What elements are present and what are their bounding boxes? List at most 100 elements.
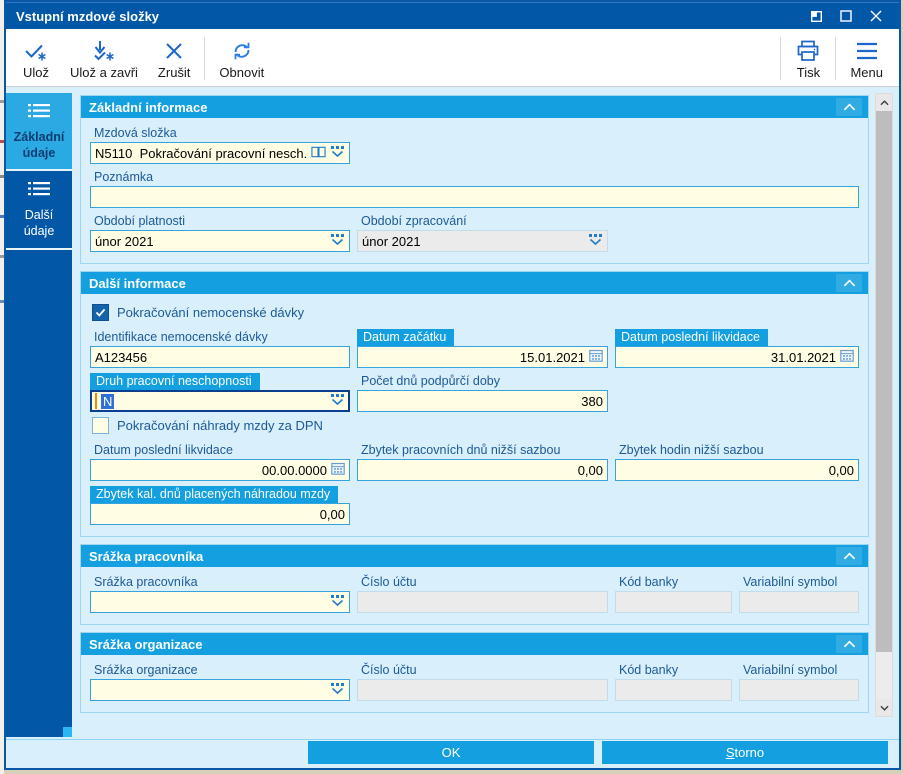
cancel-button-label: Zrušit xyxy=(157,65,191,80)
obdobi-platnosti-input[interactable]: únor 2021 xyxy=(90,230,350,252)
pocet-dnu-input[interactable]: 380 xyxy=(357,390,608,412)
section-zakladni-informace: Základní informace Mzdová složka N5110 P… xyxy=(80,95,869,264)
mzdova-slozka-input[interactable]: N5110 Pokračování pracovní nesch. xyxy=(90,142,350,164)
save-check-asterisk-icon xyxy=(22,39,50,63)
toolbar-separator xyxy=(204,37,206,80)
checkbox-label: Pokračování nemocenské dávky xyxy=(117,305,305,320)
section-header: Další informace xyxy=(81,272,868,294)
printer-icon xyxy=(795,39,821,63)
title-bar: Vstupní mzdové složky xyxy=(6,2,899,29)
text-cursor xyxy=(95,393,97,409)
field-label: Srážka organizace xyxy=(94,663,198,677)
section-srazka-organizace: Srážka organizace Srážka organizace Čísl… xyxy=(80,632,869,713)
variabilni-symbol-input xyxy=(739,679,859,701)
collapse-chevron-icon[interactable] xyxy=(836,98,862,116)
checkbox-label: Pokračování náhrady mzdy za DPN xyxy=(117,418,323,433)
dropdown-icon[interactable] xyxy=(330,594,345,610)
section-dalsi-informace: Další informace Pokračování nemocenské d… xyxy=(80,271,869,537)
field-label: Kód banky xyxy=(619,575,679,589)
calendar-icon[interactable] xyxy=(589,349,603,365)
field-label-highlighted: Datum začátku xyxy=(357,329,455,346)
zbytek-pracovnich-dnu-input[interactable]: 0,00 xyxy=(357,459,608,481)
scrollbar-track[interactable] xyxy=(876,111,892,699)
close-icon[interactable] xyxy=(861,5,891,27)
collapse-chevron-icon[interactable] xyxy=(836,274,862,292)
maximize-icon[interactable] xyxy=(831,5,861,27)
section-header: Srážka pracovníka xyxy=(81,545,868,567)
obdobi-zpracovani-input: únor 2021 xyxy=(357,230,608,252)
checkbox-pokracovani-nahrady-mzdy[interactable] xyxy=(92,417,109,434)
zbytek-hodin-input[interactable]: 0,00 xyxy=(615,459,859,481)
save-and-close-button[interactable]: Ulož a zavři xyxy=(60,33,148,84)
sidebar-tab-zakladni-udaje[interactable]: Základní údaje xyxy=(6,93,72,172)
field-label: Období platnosti xyxy=(94,214,186,228)
druh-pracovni-neschopnosti-input[interactable]: N xyxy=(90,390,350,412)
calendar-icon[interactable] xyxy=(840,349,854,365)
field-label-highlighted: Datum poslední likvidace xyxy=(615,329,768,346)
storno-button[interactable]: Storno xyxy=(602,740,888,764)
sidebar-tab-dalsi-udaje[interactable]: Další údaje xyxy=(6,171,72,250)
checkbox-pokracovani-nemocenske-davky[interactable] xyxy=(92,304,109,321)
vertical-scrollbar[interactable] xyxy=(875,93,893,717)
restore-window-icon[interactable] xyxy=(801,5,831,27)
section-header: Srážka organizace xyxy=(81,633,868,655)
calendar-icon[interactable] xyxy=(331,462,345,478)
toolbar-separator xyxy=(780,37,782,80)
save-button[interactable]: Ulož xyxy=(12,33,60,84)
field-label: Počet dnů podpůrčí doby xyxy=(361,374,500,388)
cancel-button[interactable]: Zrušit xyxy=(148,33,201,84)
form-content: Základní informace Mzdová složka N5110 P… xyxy=(72,93,873,739)
print-button[interactable]: Tisk xyxy=(785,33,831,84)
field-label: Identifikace nemocenské dávky xyxy=(94,330,268,344)
sidebar-accent-chip xyxy=(63,727,72,737)
scrollbar-thumb[interactable] xyxy=(876,111,892,652)
cancel-x-icon xyxy=(162,39,186,63)
section-title: Další informace xyxy=(89,275,186,291)
collapse-chevron-icon[interactable] xyxy=(836,635,862,653)
kod-banky-input xyxy=(615,591,732,613)
section-title: Základní informace xyxy=(89,99,208,115)
list-icon xyxy=(27,103,51,124)
save-and-close-button-label: Ulož a zavři xyxy=(70,65,138,80)
dropdown-icon xyxy=(588,233,603,249)
scroll-up-icon[interactable] xyxy=(876,94,892,111)
dropdown-icon[interactable] xyxy=(330,145,345,161)
field-label: Datum poslední likvidace xyxy=(94,443,233,457)
field-label: Srážka pracovníka xyxy=(94,575,198,589)
toolbar-separator xyxy=(835,37,837,80)
collapse-chevron-icon[interactable] xyxy=(836,547,862,565)
scroll-down-icon[interactable] xyxy=(876,699,892,716)
menu-button[interactable]: Menu xyxy=(840,33,893,84)
window-title: Vstupní mzdové složky xyxy=(16,8,160,24)
poznamka-input[interactable] xyxy=(90,186,859,208)
datum-zacatku-input[interactable]: 15.01.2021 xyxy=(357,346,608,368)
zbytek-kal-dnu-input[interactable]: 0,00 xyxy=(90,503,350,525)
dropdown-icon[interactable] xyxy=(330,682,345,698)
selected-text: N xyxy=(101,393,115,409)
refresh-button-label: Obnovit xyxy=(219,65,265,80)
field-label: Zbytek hodin nižší sazbou xyxy=(619,443,764,457)
srazka-organizace-input[interactable] xyxy=(90,679,350,701)
cislo-uctu-input xyxy=(357,591,608,613)
dropdown-icon[interactable] xyxy=(330,233,345,249)
identifikace-input[interactable]: A123456 xyxy=(90,346,350,368)
refresh-button[interactable]: Obnovit xyxy=(209,33,274,84)
datum-posledni-likvidace-2-input[interactable]: 00.00.0000 xyxy=(90,459,350,481)
book-lookup-icon[interactable] xyxy=(311,146,326,161)
dropdown-icon[interactable] xyxy=(330,393,345,409)
field-label: Variabilní symbol xyxy=(743,575,838,589)
field-label-highlighted: Zbytek kal. dnů placených náhradou mzdy xyxy=(90,486,339,503)
field-label: Číslo účtu xyxy=(361,575,417,589)
srazka-pracovnika-input[interactable] xyxy=(90,591,350,613)
section-title: Srážka organizace xyxy=(89,636,203,652)
datum-posledni-likvidace-input[interactable]: 31.01.2021 xyxy=(615,346,859,368)
field-label: Zbytek pracovních dnů nižší sazbou xyxy=(361,443,561,457)
cislo-uctu-input xyxy=(357,679,608,701)
refresh-arrows-icon xyxy=(230,39,254,63)
field-label: Číslo účtu xyxy=(361,663,417,677)
section-header: Základní informace xyxy=(81,96,868,118)
field-label: Období zpracování xyxy=(361,214,467,228)
print-button-label: Tisk xyxy=(796,65,821,80)
ok-button[interactable]: OK xyxy=(308,740,594,764)
